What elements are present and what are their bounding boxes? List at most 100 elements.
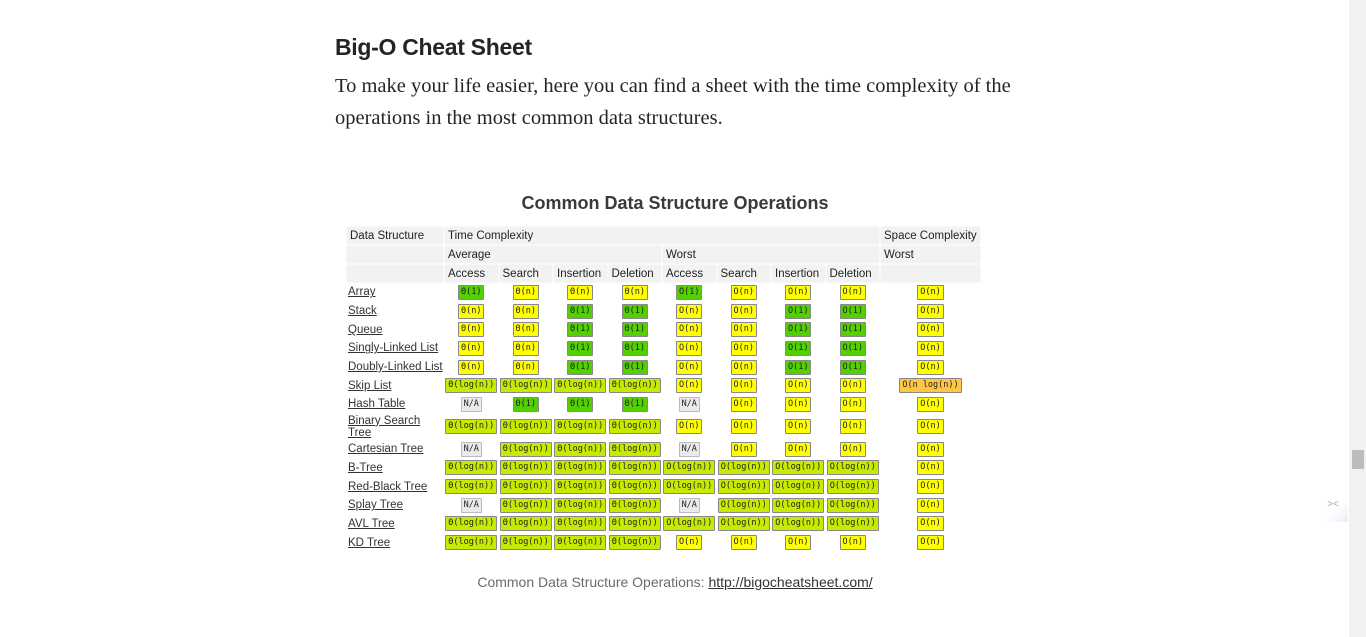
complexity-badge: O(n) <box>917 441 944 457</box>
complexity-cell: N/A <box>445 497 498 514</box>
complexity-cell: Θ(log(n)) <box>554 516 607 533</box>
complexity-badge: Θ(log(n)) <box>499 441 552 457</box>
complexity-badge: Θ(log(n)) <box>499 479 552 495</box>
complexity-badge: Θ(1) <box>567 303 594 319</box>
data-structure-link[interactable]: KD Tree <box>348 537 390 549</box>
complexity-cell: Θ(log(n)) <box>608 377 662 394</box>
complexity-cell: Θ(1) <box>500 396 553 413</box>
complexity-badge: O(log(n)) <box>663 516 716 532</box>
complexity-cell: O(log(n)) <box>717 478 771 495</box>
scrollbar-thumb[interactable] <box>1352 450 1364 469</box>
complexity-badge: N/A <box>460 441 482 457</box>
complexity-badge: O(n) <box>917 479 944 495</box>
complexity-cell: Θ(n) <box>500 284 553 301</box>
complexity-badge: O(1) <box>785 322 812 338</box>
complexity-badge: O(1) <box>785 359 812 375</box>
complexity-cell: N/A <box>663 396 716 413</box>
complexity-cell: Θ(log(n)) <box>608 497 662 514</box>
complexity-badge: Θ(log(n)) <box>445 378 498 394</box>
complexity-cell: O(log(n)) <box>663 478 716 495</box>
complexity-cell: O(1) <box>827 303 880 320</box>
complexity-badge: O(n) <box>917 396 944 412</box>
header-time-complexity: Time Complexity <box>445 227 879 244</box>
complexity-cell: Θ(log(n)) <box>445 478 498 495</box>
header-worst: Worst <box>663 246 879 263</box>
scrollbar[interactable] <box>1349 0 1366 637</box>
complexity-badge: O(n) <box>839 284 866 300</box>
complexity-cell: N/A <box>445 396 498 413</box>
complexity-cell: Θ(log(n)) <box>554 441 607 458</box>
complexity-badge: N/A <box>678 497 700 513</box>
complexity-badge: O(n) <box>730 535 757 551</box>
header-space-complexity: Space Complexity <box>881 227 980 244</box>
data-structure-link[interactable]: Splay Tree <box>348 499 403 511</box>
complexity-cell: O(n) <box>663 534 716 551</box>
table-row: Singly-Linked List Θ(n) Θ(n) Θ(1) Θ(1) O(n) O(… <box>347 340 980 357</box>
complexity-cell: Θ(log(n)) <box>554 415 607 439</box>
complexity-badge: N/A <box>678 396 700 412</box>
complexity-badge: Θ(log(n)) <box>554 441 607 457</box>
data-structure-link[interactable]: Skip List <box>348 380 391 392</box>
complexity-badge: O(n) <box>839 441 866 457</box>
complexity-badge: Θ(1) <box>567 396 594 412</box>
complexity-cell: O(n) <box>663 415 716 439</box>
complexity-cell: O(n) <box>663 303 716 320</box>
data-structure-link[interactable]: Hash Table <box>348 398 405 410</box>
complexity-badge: Θ(log(n)) <box>554 516 607 532</box>
data-structure-link[interactable]: Cartesian Tree <box>348 443 423 455</box>
data-structure-link[interactable]: Stack <box>348 305 377 317</box>
complexity-badge: O(n) <box>917 322 944 338</box>
complexity-badge: O(n) <box>730 340 757 356</box>
complexity-cell: O(log(n)) <box>772 460 825 477</box>
row-label-cell: Skip List <box>347 377 443 394</box>
row-label-cell: KD Tree <box>347 534 443 551</box>
complexity-badge: Θ(log(n)) <box>499 378 552 394</box>
complexity-cell: Θ(1) <box>609 340 662 357</box>
header-op-deletion: Deletion <box>608 265 661 282</box>
table-row: AVL Tree Θ(log(n)) Θ(log(n)) Θ(log(n)) Θ(log… <box>347 516 980 533</box>
header-op-search: Search <box>717 265 770 282</box>
complexity-badge: O(n) <box>839 396 866 412</box>
floating-widget-icon[interactable]: >< <box>1318 488 1348 522</box>
complexity-badge: O(n) <box>730 303 757 319</box>
complexity-badge: O(1) <box>676 284 703 300</box>
data-structure-link[interactable]: Singly-Linked List <box>348 342 438 354</box>
complexity-cell: O(n) <box>772 534 825 551</box>
complexity-badge: O(n) <box>676 378 703 394</box>
data-structure-link[interactable]: B-Tree <box>348 462 383 474</box>
complexity-badge: Θ(log(n)) <box>499 497 552 513</box>
data-structure-link[interactable]: Binary Search Tree <box>348 415 420 439</box>
data-structure-link[interactable]: Array <box>348 286 375 298</box>
complexity-cell: O(1) <box>772 359 825 376</box>
complexity-badge: Θ(log(n)) <box>445 516 498 532</box>
data-structure-link[interactable]: AVL Tree <box>348 518 395 530</box>
complexity-cell: O(n) <box>718 321 771 338</box>
complexity-badge: O(1) <box>785 340 812 356</box>
complexity-badge: Θ(1) <box>567 340 594 356</box>
header-space-worst: Worst <box>881 246 980 263</box>
complexity-cell: O(1) <box>827 321 880 338</box>
data-structure-link[interactable]: Queue <box>348 324 383 336</box>
complexity-cell: O(n) <box>827 534 880 551</box>
complexity-cell: Θ(log(n)) <box>499 497 553 514</box>
complexity-badge: O(n) <box>676 419 703 435</box>
row-label-cell: Queue <box>347 321 443 338</box>
complexity-badge: O(n) <box>917 497 944 513</box>
complexity-cell: Θ(n) <box>445 359 498 376</box>
complexity-badge: Θ(1) <box>621 303 648 319</box>
complexity-badge: Θ(1) <box>567 322 594 338</box>
complexity-cell: O(n log(n)) <box>881 377 980 394</box>
header-op-access: Access <box>663 265 716 282</box>
complexity-cell: O(n) <box>881 321 980 338</box>
complexity-cell: Θ(log(n)) <box>554 497 607 514</box>
complexity-cell: O(n) <box>663 321 716 338</box>
complexity-cell: O(log(n)) <box>826 478 880 495</box>
data-structure-link[interactable]: Doubly-Linked List <box>348 361 443 373</box>
complexity-cell: Θ(log(n)) <box>445 516 498 533</box>
data-structure-link[interactable]: Red-Black Tree <box>348 481 427 493</box>
table-row: Doubly-Linked List Θ(n) Θ(n) Θ(1) Θ(1) O(n) O(… <box>347 359 980 376</box>
caption-link[interactable]: http://bigocheatsheet.com/ <box>708 574 872 590</box>
complexity-badge: Θ(log(n)) <box>608 516 661 532</box>
complexity-cell: O(n) <box>827 396 880 413</box>
complexity-cell: Θ(1) <box>609 396 662 413</box>
